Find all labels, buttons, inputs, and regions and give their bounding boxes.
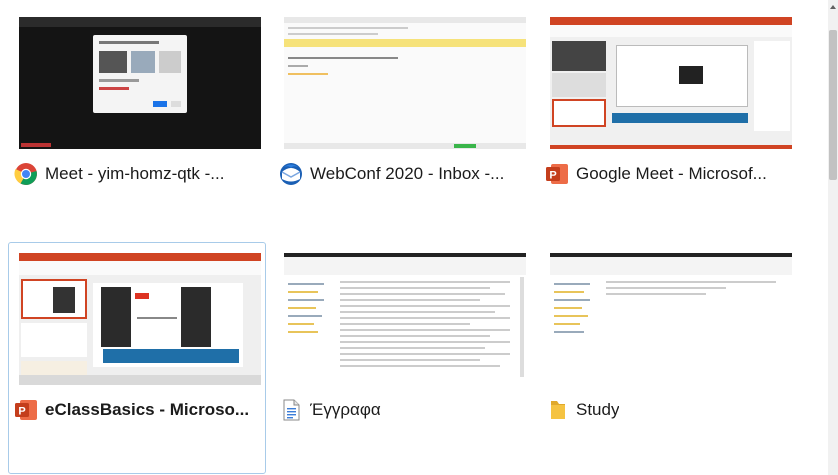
window-thumbnail (19, 253, 261, 385)
window-thumbnail (284, 17, 526, 149)
window-tile-documents[interactable]: Έγγραφα (273, 242, 531, 474)
window-thumbnail (284, 253, 526, 385)
chrome-icon (13, 161, 39, 187)
window-title: Study (576, 400, 620, 419)
window-title: eClassBasics - Microso... (45, 400, 250, 419)
svg-text:P: P (18, 406, 25, 418)
vertical-scrollbar[interactable] (828, 0, 838, 475)
window-title: WebConf 2020 - Inbox -... (310, 164, 505, 183)
powerpoint-icon: P (544, 161, 570, 187)
window-tile-study[interactable]: Study (539, 242, 797, 474)
document-icon (278, 397, 304, 423)
powerpoint-icon: P (13, 397, 39, 423)
scrollbar-thumb[interactable] (829, 30, 837, 180)
window-tile-meet[interactable]: Meet - yim-homz-qtk -... (8, 6, 266, 238)
folder-icon (544, 397, 570, 423)
window-label: Έγγραφα (278, 395, 528, 425)
window-label: P eClassBasics - Microso... (13, 395, 263, 425)
window-thumbnail (19, 17, 261, 149)
window-label: Study (544, 395, 794, 425)
window-thumbnail (550, 17, 792, 149)
scroll-up-arrow-icon[interactable] (828, 0, 838, 14)
window-tile-eclassbasics-ppt[interactable]: P eClassBasics - Microso... (8, 242, 266, 474)
window-label: Meet - yim-homz-qtk -... (13, 159, 263, 189)
window-tile-webconf[interactable]: WebConf 2020 - Inbox -... (273, 6, 531, 238)
task-switcher-grid: Meet - yim-homz-qtk -... WebConf 2020 - … (0, 0, 828, 475)
window-label: P Google Meet - Microsof... (544, 159, 794, 189)
window-title: Meet - yim-homz-qtk -... (45, 164, 225, 183)
window-title: Google Meet - Microsof... (576, 164, 767, 183)
svg-text:P: P (549, 170, 556, 182)
window-thumbnail (550, 253, 792, 385)
window-tile-google-meet-ppt[interactable]: P Google Meet - Microsof... (539, 6, 797, 238)
window-title: Έγγραφα (310, 400, 381, 419)
thunderbird-icon (278, 161, 304, 187)
window-label: WebConf 2020 - Inbox -... (278, 159, 528, 189)
